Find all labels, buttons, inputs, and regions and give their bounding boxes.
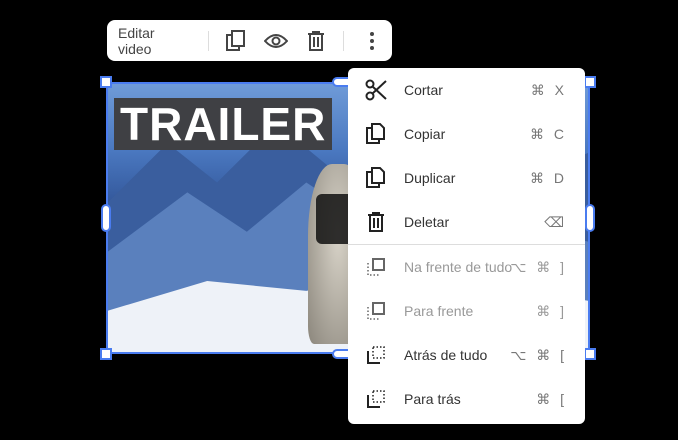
trash-icon	[368, 212, 384, 232]
preview-button[interactable]	[256, 25, 296, 57]
menu-item-send-to-back[interactable]: Atrás de tudo ⌥ ⌘ [	[348, 333, 585, 377]
duplicate-icon	[366, 167, 385, 188]
resize-handle-left[interactable]	[101, 204, 111, 232]
menu-item-copy[interactable]: Copiar ⌘ C	[348, 112, 585, 156]
context-menu: Cortar ⌘ X Copiar ⌘ C Duplicar ⌘ D Deletar ⌫…	[348, 68, 585, 424]
resize-handle-right[interactable]	[585, 204, 595, 232]
resize-handle-bottom-left[interactable]	[100, 348, 112, 360]
more-button[interactable]	[352, 25, 392, 57]
title-overlay: TRAILER	[114, 98, 333, 150]
copy-icon	[226, 29, 246, 51]
menu-item-cut[interactable]: Cortar ⌘ X	[348, 68, 585, 112]
scissors-icon	[365, 79, 387, 101]
menu-item-bring-to-front[interactable]: Na frente de tudo ⌥ ⌘ ]	[348, 245, 585, 289]
copy-button[interactable]	[217, 25, 257, 57]
trash-icon	[307, 30, 324, 51]
divider	[343, 30, 345, 51]
menu-item-bring-forward[interactable]: Para frente ⌘ ]	[348, 289, 585, 333]
bring-forward-icon	[367, 302, 385, 320]
menu-item-duplicate[interactable]: Duplicar ⌘ D	[348, 156, 585, 200]
send-to-back-icon	[367, 346, 385, 364]
menu-item-delete[interactable]: Deletar ⌫	[348, 200, 585, 244]
resize-handle-top-left[interactable]	[100, 76, 112, 88]
menu-item-send-backward[interactable]: Para trás ⌘ [	[348, 377, 585, 421]
resize-handle-bottom-right[interactable]	[584, 348, 596, 360]
send-backward-icon	[367, 390, 385, 408]
bring-to-front-icon	[367, 258, 385, 276]
more-vert-icon	[370, 31, 375, 50]
delete-button[interactable]	[296, 25, 336, 57]
eye-icon	[264, 33, 289, 48]
element-toolbar: Editar video	[107, 20, 392, 61]
resize-handle-top-right[interactable]	[584, 76, 596, 88]
divider	[207, 30, 209, 51]
copy-icon	[366, 123, 385, 144]
edit-video-button[interactable]: Editar video	[118, 25, 188, 57]
